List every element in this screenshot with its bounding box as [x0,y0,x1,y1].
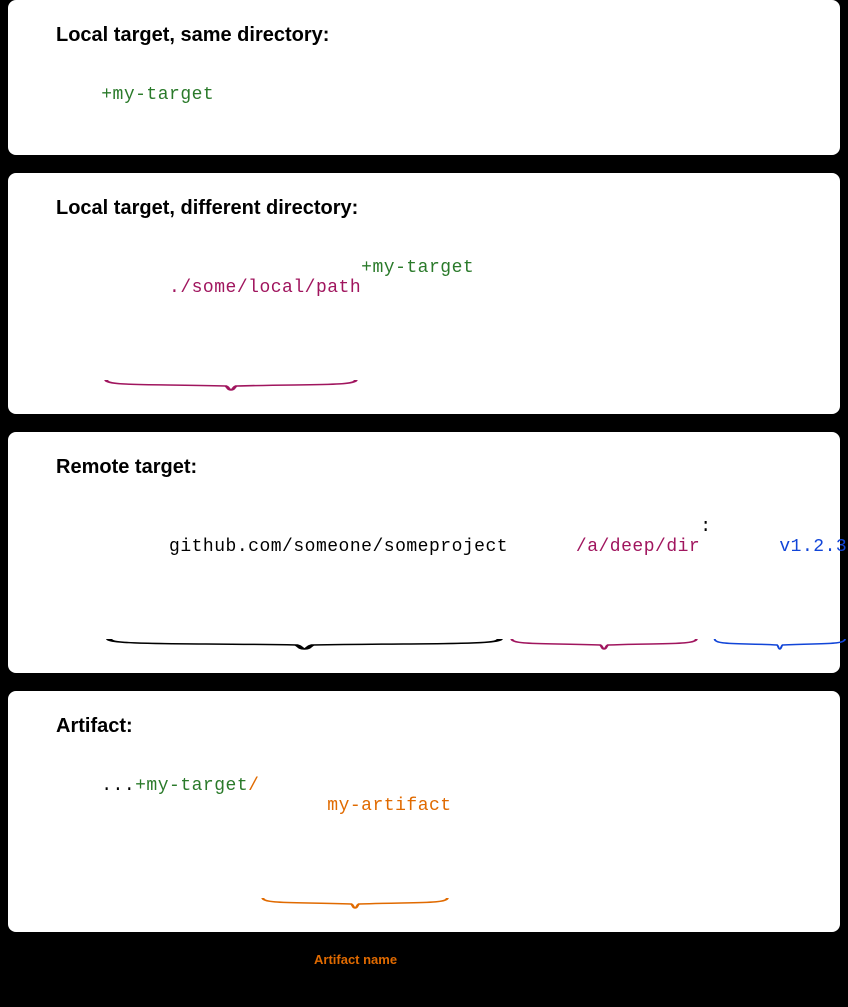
card-local-same-dir: Local target, same directory: +my-target [8,0,840,155]
code-line: +my-target [56,65,792,125]
segment-target: +my-target [135,776,248,796]
card-local-diff-dir: Local target, different directory: ./som… [8,173,840,414]
segment-ellipsis: ... [101,776,135,796]
segment-artifact: my-artifact Artifact name [259,776,451,856]
segment-slash: / [248,776,259,796]
card-title: Artifact: [56,715,792,738]
brace-icon [101,378,361,392]
card-title: Local target, different directory: [56,197,792,220]
segment-target: +my-target [361,258,474,278]
segment-text: ./some/local/path [169,278,361,298]
card-title: Local target, same directory: [56,24,792,47]
segment-repo-path: /a/deep/dir Path within repo [508,517,700,597]
brace-annotation: Tag (optional) [712,597,848,637]
brace-icon [508,637,700,651]
segment-target: +my-target [101,85,214,105]
card-title: Remote target: [56,456,792,479]
brace-icon [259,896,451,910]
brace-annotation: Relative local path [101,338,361,378]
brace-annotation: GitHub URL [101,597,508,637]
code-line: github.com/someone/someproject GitHub UR… [56,497,792,617]
brace-icon [101,637,508,651]
card-artifact: Artifact: ...+my-target/ my-artifact Art… [8,691,840,932]
card-remote-target: Remote target: github.com/someone/somepr… [8,432,840,673]
segment-text: my-artifact [327,796,451,816]
segment-text: v1.2.3 [779,537,847,557]
segment-github-url: github.com/someone/someproject GitHub UR… [101,517,508,597]
brace-annotation: Path within repo [508,597,700,637]
code-line: ...+my-target/ my-artifact Artifact name [56,756,792,876]
segment-tag: v1.2.3 Tag (optional) [712,517,848,597]
segment-text: github.com/someone/someproject [169,537,508,557]
brace-annotation: Artifact name [259,856,451,896]
brace-label: Artifact name [259,952,451,967]
segment-text: /a/deep/dir [576,537,700,557]
code-line: ./some/local/path Relative local path +m… [56,238,792,358]
segment-colon: : [700,517,711,537]
segment-path: ./some/local/path Relative local path [101,258,361,338]
brace-icon [712,637,848,651]
